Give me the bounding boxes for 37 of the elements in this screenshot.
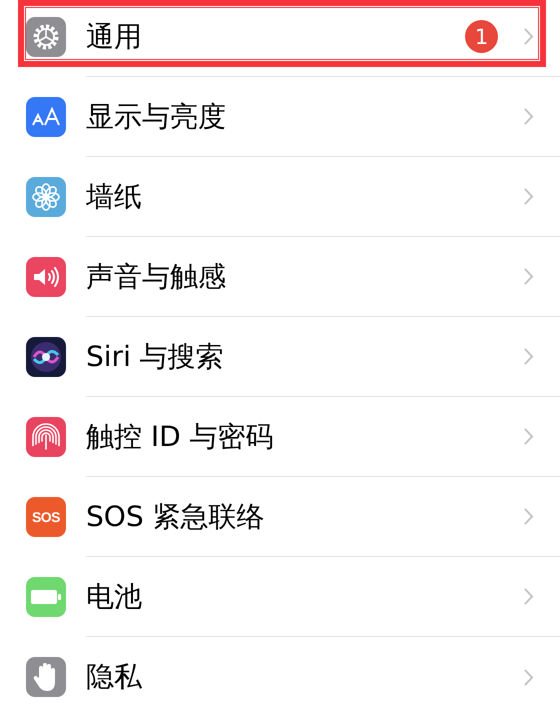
settings-row[interactable]: Siri 与搜索 [0, 317, 560, 397]
chevron-icon [524, 428, 534, 445]
speaker-icon [26, 257, 66, 297]
settings-row[interactable]: 电池 [0, 557, 560, 637]
hand-icon [26, 657, 66, 697]
chevron-icon [524, 188, 534, 205]
setting-label: 墙纸 [86, 178, 143, 214]
settings-row[interactable]: 触控 ID 与密码 [0, 397, 560, 477]
settings-row[interactable]: 声音与触感 [0, 237, 560, 317]
gear-icon [26, 17, 66, 57]
setting-label: 显示与亮度 [86, 98, 227, 134]
setting-label: 隐私 [86, 659, 143, 695]
setting-label: Siri 与搜索 [86, 338, 225, 374]
settings-row[interactable]: 墙纸 [0, 157, 560, 237]
chevron-icon [524, 668, 534, 686]
settings-row[interactable]: 隐私 [0, 637, 560, 709]
setting-label: SOS 紧急联络 [86, 498, 266, 534]
notification-badge: 1 [465, 20, 498, 53]
chevron-icon [524, 348, 534, 365]
battery-icon [26, 577, 66, 617]
chevron-icon [524, 28, 534, 45]
setting-label: 电池 [86, 578, 143, 614]
setting-label: 通用 [86, 18, 143, 54]
flower-icon [26, 177, 66, 217]
chevron-icon [524, 108, 534, 125]
settings-row[interactable]: SOS SOS 紧急联络 [0, 477, 560, 557]
orb-icon [26, 337, 66, 377]
sos-icon: SOS [26, 497, 66, 537]
chevron-icon [524, 508, 534, 525]
setting-label: 触控 ID 与密码 [86, 418, 275, 454]
setting-label: 声音与触感 [86, 258, 227, 294]
chevron-icon [524, 268, 534, 285]
settings-row[interactable]: 通用 1 [0, 0, 560, 77]
settings-row[interactable]: 显示与亮度 [0, 77, 560, 157]
fingerprint-icon [26, 417, 66, 457]
text-size-icon [26, 97, 66, 137]
chevron-icon [524, 588, 534, 605]
